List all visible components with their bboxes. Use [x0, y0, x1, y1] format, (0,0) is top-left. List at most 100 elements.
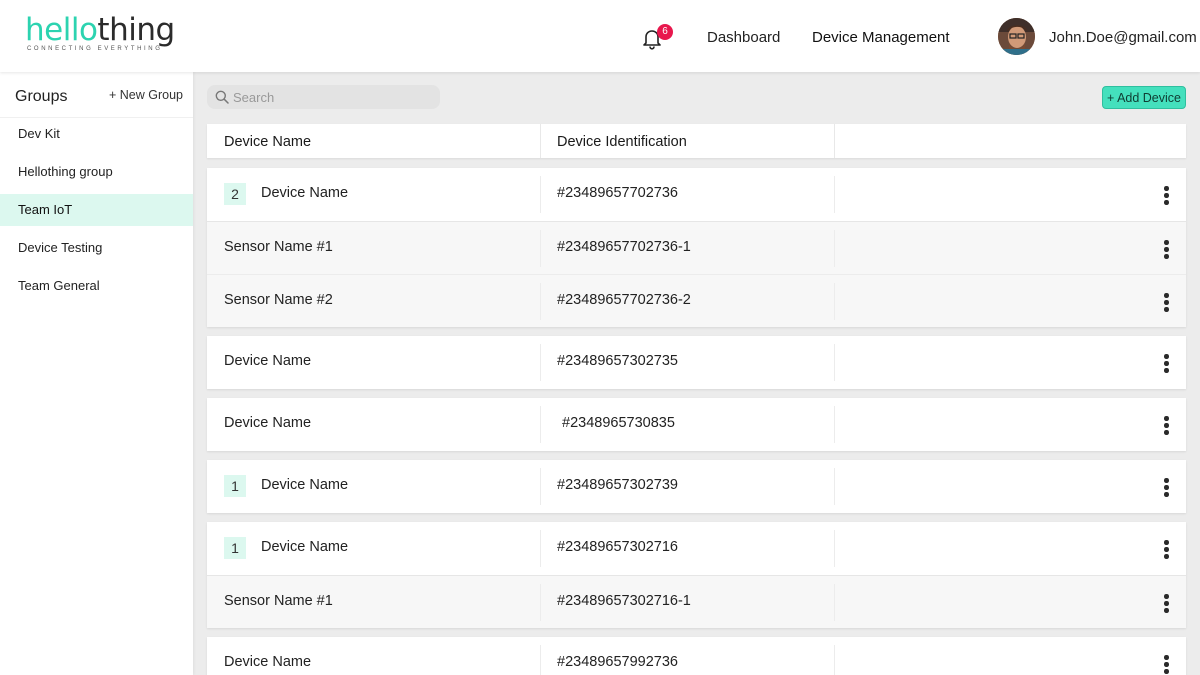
more-options-icon[interactable] — [1159, 591, 1173, 615]
column-divider — [834, 645, 835, 675]
more-options-icon[interactable] — [1159, 652, 1173, 675]
sensor-count-badge[interactable]: 1 — [224, 475, 246, 497]
sensor-row[interactable]: Sensor Name #2 #23489657702736-2 — [207, 274, 1186, 327]
sensor-row[interactable]: Sensor Name #1 #23489657302716-1 — [207, 575, 1186, 628]
nav-dashboard-link[interactable]: Dashboard — [707, 29, 780, 46]
column-divider — [540, 344, 541, 381]
column-header-device-name[interactable]: Device Name — [224, 134, 311, 150]
column-divider — [540, 584, 541, 621]
kebab-dot — [1164, 601, 1169, 606]
device-row[interactable]: 1 Device Name #23489657302716 — [207, 522, 1186, 575]
user-avatar[interactable] — [998, 18, 1035, 55]
device-name: Device Name — [261, 477, 349, 493]
kebab-dot — [1164, 361, 1169, 366]
search-icon — [215, 90, 229, 104]
new-group-button[interactable]: + New Group — [109, 88, 183, 102]
sensor-row[interactable]: Sensor Name #1 #23489657702736-1 — [207, 221, 1186, 274]
sidebar-item-hellothing-group[interactable]: Hellothing group — [0, 156, 193, 188]
add-device-button[interactable]: + Add Device — [1102, 86, 1186, 109]
sensor-count-badge[interactable]: 2 — [224, 183, 246, 205]
more-options-icon[interactable] — [1159, 237, 1173, 261]
more-options-icon[interactable] — [1159, 290, 1173, 314]
sidebar-header: Groups + New Group — [0, 72, 193, 118]
kebab-dot — [1164, 423, 1169, 428]
sidebar-item-team-iot[interactable]: Team IoT — [0, 194, 193, 226]
kebab-dot — [1164, 240, 1169, 245]
column-divider — [540, 530, 541, 567]
device-card: 2 Device Name #23489657702736 Sensor Name #… — [207, 168, 1186, 327]
kebab-dot — [1164, 492, 1169, 497]
kebab-dot — [1164, 547, 1169, 552]
column-divider — [834, 283, 835, 320]
more-options-icon[interactable] — [1159, 351, 1173, 375]
sensor-id: #23489657702736-2 — [557, 292, 691, 308]
sensor-name: Sensor Name #2 — [224, 292, 333, 308]
user-email[interactable]: John.Doe@gmail.com — [1049, 29, 1197, 46]
device-row[interactable]: Device Name #23489657992736 — [207, 637, 1186, 675]
more-options-icon[interactable] — [1159, 537, 1173, 561]
column-divider — [540, 406, 541, 443]
logo-hello-text: hello — [25, 12, 98, 48]
more-options-icon[interactable] — [1159, 183, 1173, 207]
device-id: #23489657302735 — [557, 353, 678, 369]
device-card: 1 Device Name #23489657302739 — [207, 460, 1186, 513]
device-card: 1 Device Name #23489657302716 Sensor Name #… — [207, 522, 1186, 628]
nav-device-management-link[interactable]: Device Management — [812, 29, 950, 46]
device-name: Device Name — [261, 539, 349, 555]
kebab-dot — [1164, 478, 1169, 483]
kebab-dot — [1164, 254, 1169, 259]
device-row[interactable]: 2 Device Name #23489657702736 — [207, 168, 1186, 221]
column-divider — [834, 530, 835, 567]
kebab-dot — [1164, 608, 1169, 613]
device-id: #23489657302739 — [557, 477, 678, 493]
notification-count-badge: 6 — [657, 24, 673, 40]
device-row[interactable]: 1 Device Name #23489657302739 — [207, 460, 1186, 513]
device-id: #23489657702736 — [557, 185, 678, 201]
device-name: Device Name — [224, 654, 312, 670]
column-divider — [540, 230, 541, 267]
device-name: Device Name — [261, 185, 349, 201]
kebab-dot — [1164, 200, 1169, 205]
sidebar-item-device-testing[interactable]: Device Testing — [0, 232, 193, 264]
device-row[interactable]: Device Name #23489657302735 — [207, 336, 1186, 389]
sensor-id: #23489657302716-1 — [557, 593, 691, 609]
device-name: Device Name — [224, 353, 312, 369]
device-id: #23489657302716 — [557, 539, 678, 555]
kebab-dot — [1164, 307, 1169, 312]
search-input[interactable] — [233, 85, 433, 109]
sensor-name: Sensor Name #1 — [224, 239, 333, 255]
kebab-dot — [1164, 554, 1169, 559]
kebab-dot — [1164, 594, 1169, 599]
column-divider — [834, 230, 835, 267]
sensor-count-badge[interactable]: 1 — [224, 537, 246, 559]
sidebar-item-dev-kit[interactable]: Dev Kit — [0, 118, 193, 150]
device-row[interactable]: Device Name #2348965730835 — [207, 398, 1186, 451]
hellothing-logo[interactable]: hellothing CONNECTING EVERYTHING — [25, 14, 175, 56]
kebab-dot — [1164, 300, 1169, 305]
kebab-dot — [1164, 293, 1169, 298]
kebab-dot — [1164, 655, 1169, 660]
column-divider — [540, 176, 541, 213]
groups-title: Groups — [15, 88, 68, 105]
kebab-dot — [1164, 186, 1169, 191]
column-header-device-identification[interactable]: Device Identification — [557, 134, 687, 150]
search-box[interactable] — [207, 85, 440, 109]
column-divider — [540, 645, 541, 675]
logo-thing-text: thing — [97, 12, 175, 48]
sensor-id: #23489657702736-1 — [557, 239, 691, 255]
column-divider — [834, 406, 835, 443]
column-divider — [540, 283, 541, 320]
column-divider — [834, 176, 835, 213]
kebab-dot — [1164, 485, 1169, 490]
device-card: Device Name #2348965730835 — [207, 398, 1186, 451]
kebab-dot — [1164, 662, 1169, 667]
column-divider — [540, 468, 541, 505]
kebab-dot — [1164, 416, 1169, 421]
more-options-icon[interactable] — [1159, 413, 1173, 437]
device-id: #23489657992736 — [557, 654, 678, 670]
sidebar-item-team-general[interactable]: Team General — [0, 270, 193, 302]
column-divider — [834, 344, 835, 381]
kebab-dot — [1164, 540, 1169, 545]
kebab-dot — [1164, 193, 1169, 198]
more-options-icon[interactable] — [1159, 475, 1173, 499]
